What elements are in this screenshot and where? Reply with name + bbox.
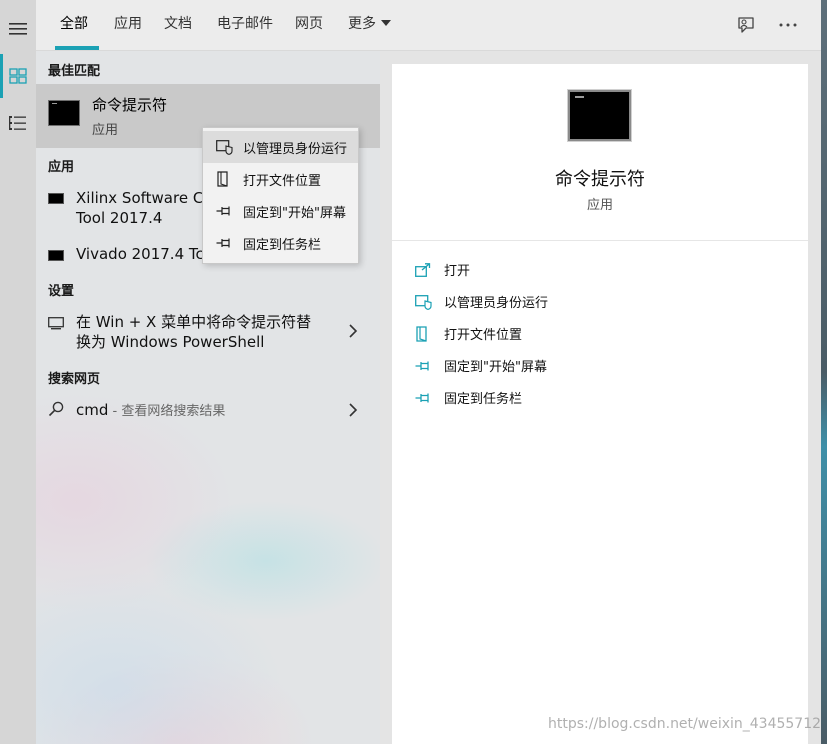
tab-documents[interactable]: 文档 [164,0,192,51]
list-item-setting[interactable]: 在 Win + X 菜单中将命令提示符替 换为 Windows PowerShe… [36,308,380,354]
search-panel: 全部 应用 文档 电子邮件 网页 更多 最佳匹配 命令提示符 应用 应用 Xil… [36,0,821,744]
watermark: https://blog.csdn.net/weixin_43455712 [548,716,822,732]
tab-email[interactable]: 电子邮件 [217,0,273,51]
web-search-suffix: - 查看网络搜索结果 [108,404,226,419]
pin-icon [414,358,432,374]
list-item-web-search[interactable]: cmd - 查看网络搜索结果 [36,395,380,425]
section-header-apps: 应用 [48,160,75,175]
action-open[interactable]: 打开 [414,258,714,282]
context-menu: 以管理员身份运行 打开文件位置 固定到"开始"屏幕 固定到任务栏 [202,127,359,264]
tab-web[interactable]: 网页 [295,0,323,51]
web-search-query: cmd [76,401,109,419]
context-item-pin-to-start[interactable]: 固定到"开始"屏幕 [203,195,358,227]
tab-active-underline [55,46,99,50]
action-label: 固定到"开始"屏幕 [444,360,547,375]
action-label: 打开 [444,264,471,279]
hamburger-menu-icon[interactable] [0,6,36,52]
action-pin-to-start[interactable]: 固定到"开始"屏幕 [414,354,714,378]
left-rail [0,0,36,744]
home-grid-icon[interactable] [0,53,36,99]
tab-label: 文档 [164,16,192,32]
app-window-icon [48,193,64,204]
pin-icon [215,235,233,251]
detail-subtitle: 应用 [586,198,613,213]
ellipsis-icon[interactable] [777,14,799,36]
section-header-best-match: 最佳匹配 [48,64,101,79]
app-label-line1: Xilinx Software Co [76,189,213,207]
detail-title: 命令提示符 [555,169,645,190]
tab-label: 应用 [114,16,142,32]
desktop-edge [821,0,827,744]
context-item-pin-to-taskbar[interactable]: 固定到任务栏 [203,227,358,259]
chevron-right-icon[interactable] [348,324,358,338]
tab-label: 电子邮件 [217,16,273,32]
filter-tabs: 全部 应用 文档 电子邮件 网页 更多 [36,0,821,51]
run-as-admin-icon [215,139,233,155]
best-match-title: 命令提示符 [92,96,168,114]
action-label: 固定到任务栏 [444,392,523,407]
context-item-label: 固定到"开始"屏幕 [243,206,346,221]
action-label: 打开文件位置 [444,328,523,343]
context-item-run-as-admin[interactable]: 以管理员身份运行 [203,131,358,163]
context-item-label: 以管理员身份运行 [243,142,348,157]
web-search-label: cmd - 查看网络搜索结果 [76,400,225,422]
settings-monitor-icon [48,317,64,334]
file-location-icon [414,326,432,342]
app-window-icon [48,250,64,261]
tab-all[interactable]: 全部 [60,0,88,51]
feedback-icon[interactable] [735,14,757,36]
cmd-icon [568,90,631,141]
context-item-label: 固定到任务栏 [243,238,322,253]
tab-label: 更多 [348,16,376,32]
setting-label-line1: 在 Win + X 菜单中将命令提示符替 [76,313,312,331]
app-label-line2: Tool 2017.4 [76,209,163,227]
section-header-web: 搜索网页 [48,372,101,387]
chevron-down-icon [381,20,391,26]
action-open-file-location[interactable]: 打开文件位置 [414,322,714,346]
action-pin-to-taskbar[interactable]: 固定到任务栏 [414,386,714,410]
action-label: 以管理员身份运行 [444,296,549,311]
detail-pane: 命令提示符 应用 打开 以管理员身份运行 打开文件位置 固定到"开始"屏幕 固定… [392,64,808,744]
context-item-label: 打开文件位置 [243,174,322,189]
tab-more[interactable]: 更多 [348,0,391,51]
setting-label-line2: 换为 Windows PowerShell [76,333,265,351]
open-icon [414,262,432,278]
run-as-admin-icon [414,294,432,310]
pin-icon [215,203,233,219]
chevron-right-icon[interactable] [348,403,358,417]
divider [392,240,808,241]
search-icon [48,401,64,421]
cmd-icon [48,100,80,126]
tab-label: 全部 [60,16,88,32]
section-header-settings: 设置 [48,284,75,299]
tab-apps[interactable]: 应用 [114,0,142,51]
best-match-subtitle: 应用 [92,123,119,138]
context-item-open-file-location[interactable]: 打开文件位置 [203,163,358,195]
file-location-icon [215,171,233,187]
pin-icon [414,390,432,406]
list-icon[interactable] [0,100,36,146]
tab-label: 网页 [295,16,323,32]
app-label: Vivado 2017.4 Tcl [76,245,208,263]
action-run-as-admin[interactable]: 以管理员身份运行 [414,290,714,314]
